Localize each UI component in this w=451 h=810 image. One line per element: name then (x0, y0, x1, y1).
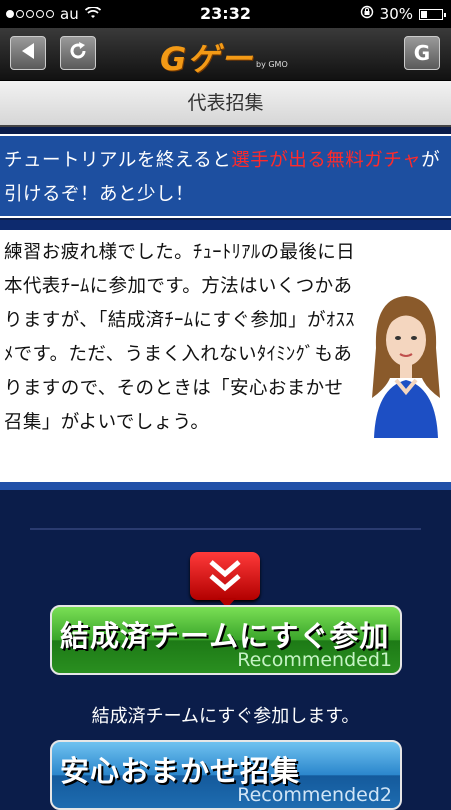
back-button[interactable] (10, 36, 46, 70)
banner-text-highlight: 選手が出る無料ガチャ (231, 150, 422, 171)
page-title: 代表招集 (0, 81, 451, 127)
banner-text-1: チュートリアルを終えると (4, 150, 232, 171)
ggame-logo[interactable]: Gゲー by GMO (160, 34, 300, 78)
divider-stripe (0, 220, 451, 230)
down-chevron-badge (190, 552, 260, 600)
guide-character-avatar (366, 288, 446, 438)
status-bar: au 23:32 30% (0, 0, 451, 28)
back-arrow-icon (20, 41, 36, 65)
logo-text: Gゲー (160, 40, 254, 78)
explanation-text: 練習お疲れ様でした。ﾁｭｰﾄﾘｱﾙの最後に日本代表ﾁｰﾑに参加です。方法はいくつ… (4, 242, 356, 433)
rotation-lock-icon (360, 5, 374, 23)
logo-sub: by GMO (256, 60, 288, 69)
tutorial-banner: チュートリアルを終えると選手が出る無料ガチャが引けるぞ！あと少し！ (0, 134, 451, 218)
join-formed-team-caption: 結成済チームにすぐ参加します。 (91, 706, 360, 727)
g-menu-button[interactable]: G (404, 36, 440, 70)
join-formed-team-button[interactable]: 結成済チームにすぐ参加 Recommended1 (50, 605, 402, 675)
divider-stripe-2 (0, 482, 451, 506)
auto-recruit-sub: Recommended2 (237, 784, 392, 806)
explanation-box: 練習お疲れ様でした。ﾁｭｰﾄﾘｱﾙの最後に日本代表ﾁｰﾑに参加です。方法はいくつ… (0, 230, 451, 482)
battery-percent: 30% (379, 5, 413, 23)
battery-icon (419, 8, 446, 20)
app-header: Gゲー by GMO G (0, 28, 451, 81)
status-right: 30% (360, 5, 446, 23)
join-formed-team-sub: Recommended1 (237, 649, 392, 671)
reload-button[interactable] (60, 36, 96, 70)
divider-line (30, 528, 421, 530)
double-chevron-down-icon (209, 560, 241, 592)
g-menu-label: G (413, 41, 431, 65)
reload-icon (68, 41, 88, 66)
